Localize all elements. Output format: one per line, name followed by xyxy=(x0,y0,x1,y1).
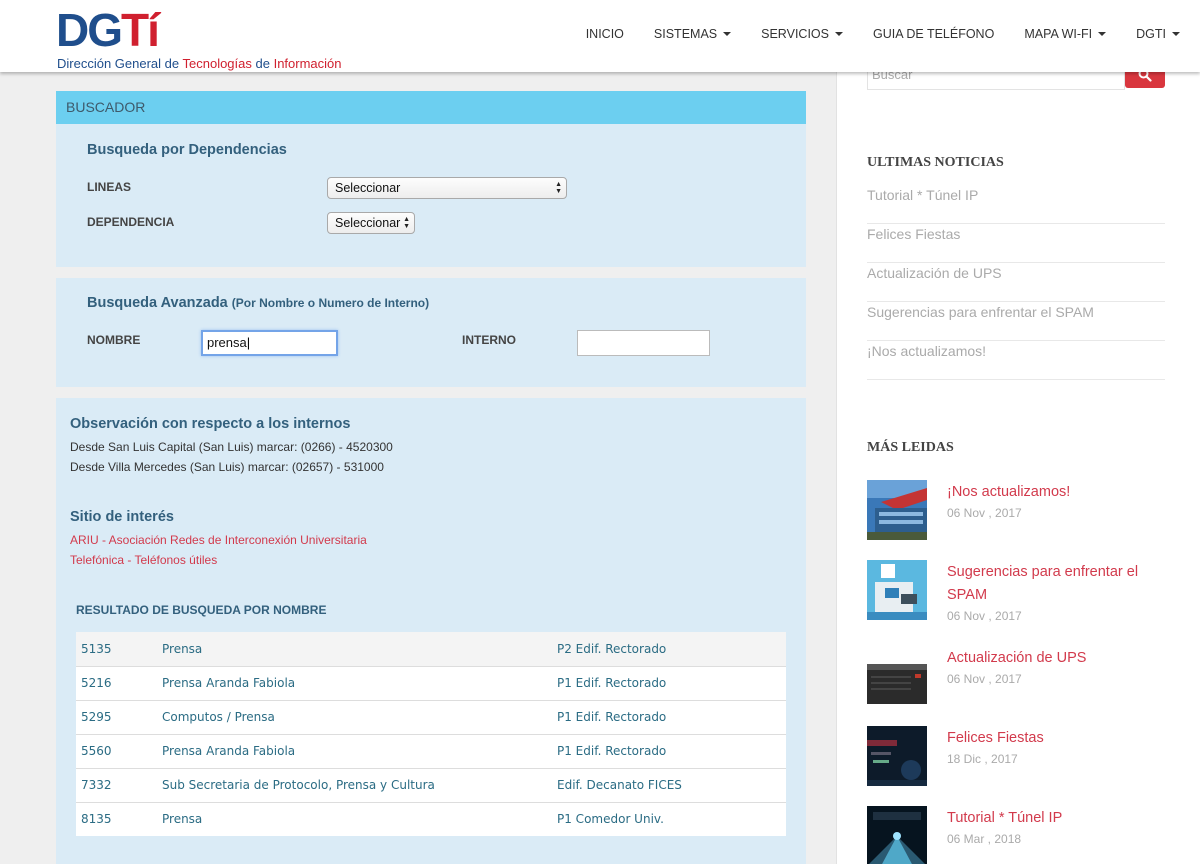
mas-leidas-title-text[interactable]: Felices Fiestas xyxy=(947,727,1165,750)
table-row: 7332 Sub Secretaria de Protocolo, Prensa … xyxy=(76,767,786,802)
mas-leidas-title-text[interactable]: Sugerencias para enfrentar el SPAM xyxy=(947,561,1165,607)
observacion-title: Observación con respecto a los internos xyxy=(70,416,351,432)
thumbnail-image xyxy=(867,560,927,620)
logo-subtitle: Dirección General de Tecnologías de Info… xyxy=(57,56,342,71)
buscador-header: BUSCADOR xyxy=(56,91,806,124)
resultado-title: RESULTADO DE BUSQUEDA POR NOMBRE xyxy=(76,603,327,617)
mas-leidas-title: MÁS LEIDAS xyxy=(867,440,954,455)
ultimas-noticias-title: ULTIMAS NOTICIAS xyxy=(867,155,1004,170)
mas-leidas-date: 18 Dic , 2017 xyxy=(947,752,1018,766)
ariu-link[interactable]: ARIU - Asociación Redes de Interconexión… xyxy=(70,533,367,547)
dependencia-label: DEPENDENCIA xyxy=(87,215,175,229)
mas-leidas-date: 06 Mar , 2018 xyxy=(947,832,1022,846)
table-row: 5135 Prensa P2 Edif. Rectorado xyxy=(76,632,786,666)
mas-leidas-title-text[interactable]: Tutorial * Túnel IP xyxy=(947,807,1165,830)
thumbnail-image xyxy=(867,480,927,540)
ubicacion-cell: Edif. Decanato FICES xyxy=(552,767,786,802)
select-arrows-icon: ▲ ▼ xyxy=(555,181,562,195)
logo-wordmark: DGTí xyxy=(56,4,160,56)
news-link[interactable]: Sugerencias para enfrentar el SPAM xyxy=(867,302,1165,341)
ubicacion-cell: P1 Comedor Univ. xyxy=(552,801,786,836)
caret-down-icon xyxy=(1172,32,1180,36)
lineas-select[interactable]: Seleccionar ▲ ▼ xyxy=(327,177,567,199)
ubicacion-cell: P1 Edif. Rectorado xyxy=(552,733,786,768)
dgti-logo[interactable]: DGTí Dirección General de Tecnologías de… xyxy=(56,4,356,71)
thumbnail-image xyxy=(867,726,927,786)
interno-cell: 7332 xyxy=(76,767,157,802)
interno-cell: 5560 xyxy=(76,733,157,768)
nombre-cell: Computos / Prensa xyxy=(157,699,552,734)
nav-inicio[interactable]: INICIO xyxy=(586,27,624,41)
caret-down-icon xyxy=(1098,32,1107,36)
thumbnail-image xyxy=(867,646,927,706)
interno-label: INTERNO xyxy=(462,333,516,347)
interno-cell: 5216 xyxy=(76,665,157,700)
dependencia-select[interactable]: Seleccionar ▲ ▼ xyxy=(327,212,415,234)
interno-input[interactable] xyxy=(577,330,710,356)
interno-cell: 5295 xyxy=(76,699,157,734)
nombre-cell: Prensa Aranda Fabiola xyxy=(157,733,552,768)
ubicacion-cell: P2 Edif. Rectorado xyxy=(552,632,786,666)
main-nav: INICIO SISTEMAS SERVICIOS GUIA DE TELÉFO… xyxy=(556,0,1180,68)
observacion-line: Desde San Luis Capital (San Luis) marcar… xyxy=(70,440,393,454)
news-link[interactable]: Felices Fiestas xyxy=(867,224,1165,263)
lineas-label: LINEAS xyxy=(87,180,132,194)
nombre-cell: Sub Secretaria de Protocolo, Prensa y Cu… xyxy=(157,767,552,802)
table-row: 5295 Computos / Prensa P1 Edif. Rectorado xyxy=(76,699,786,734)
table-row: 5216 Prensa Aranda Fabiola P1 Edif. Rector… xyxy=(76,665,786,700)
navbar: DGTí Dirección General de Tecnologías de… xyxy=(0,0,1200,72)
mas-leidas-date: 06 Nov , 2017 xyxy=(947,609,1022,623)
interno-cell: 8135 xyxy=(76,801,157,836)
interno-cell: 5135 xyxy=(76,632,157,666)
avanzada-title: Busqueda Avanzada (Por Nombre o Numero d… xyxy=(87,295,430,311)
nav-dgti[interactable]: DGTI xyxy=(1136,27,1180,41)
interes-title: Sitio de interés xyxy=(70,509,174,525)
nav-guia-telefono[interactable]: GUIA DE TELÉFONO xyxy=(873,27,994,41)
thumbnail-image xyxy=(867,806,927,864)
nombre-input[interactable]: prensa| xyxy=(201,330,338,356)
nav-mapa-wifi[interactable]: MAPA WI-FI xyxy=(1024,27,1107,41)
select-arrows-icon: ▲ ▼ xyxy=(403,216,410,230)
ubicacion-cell: P1 Edif. Rectorado xyxy=(552,699,786,734)
resultado-table: 5135 Prensa P2 Edif. Rectorado 5216 Prensa A… xyxy=(76,632,786,836)
news-link[interactable]: ¡Nos actualizamos! xyxy=(867,341,1165,380)
caret-down-icon xyxy=(723,32,732,36)
telefonica-link[interactable]: Telefónica - Teléfonos útiles xyxy=(70,553,217,567)
nombre-cell: Prensa xyxy=(157,801,552,836)
nombre-label: NOMBRE xyxy=(87,333,141,347)
observacion-line: Desde Villa Mercedes (San Luis) marcar: … xyxy=(70,460,384,474)
mas-leidas-title-text[interactable]: ¡Nos actualizamos! xyxy=(947,481,1165,504)
mas-leidas-date: 06 Nov , 2017 xyxy=(947,672,1022,686)
table-row: 5560 Prensa Aranda Fabiola P1 Edif. Rector… xyxy=(76,733,786,768)
table-row: 8135 Prensa P1 Comedor Univ. xyxy=(76,801,786,836)
nombre-cell: Prensa xyxy=(157,632,552,666)
nav-sistemas[interactable]: SISTEMAS xyxy=(654,27,732,41)
mas-leidas-title-text[interactable]: Actualización de UPS xyxy=(947,647,1165,670)
caret-down-icon xyxy=(834,32,843,36)
nav-servicios[interactable]: SERVICIOS xyxy=(761,27,843,41)
ubicacion-cell: P1 Edif. Rectorado xyxy=(552,665,786,700)
dependencias-title: Busqueda por Dependencias xyxy=(87,142,287,158)
news-link[interactable]: Actualización de UPS xyxy=(867,263,1165,302)
news-link[interactable]: Tutorial * Túnel IP xyxy=(867,185,1165,224)
mas-leidas-date: 06 Nov , 2017 xyxy=(947,506,1022,520)
nombre-cell: Prensa Aranda Fabiola xyxy=(157,665,552,700)
